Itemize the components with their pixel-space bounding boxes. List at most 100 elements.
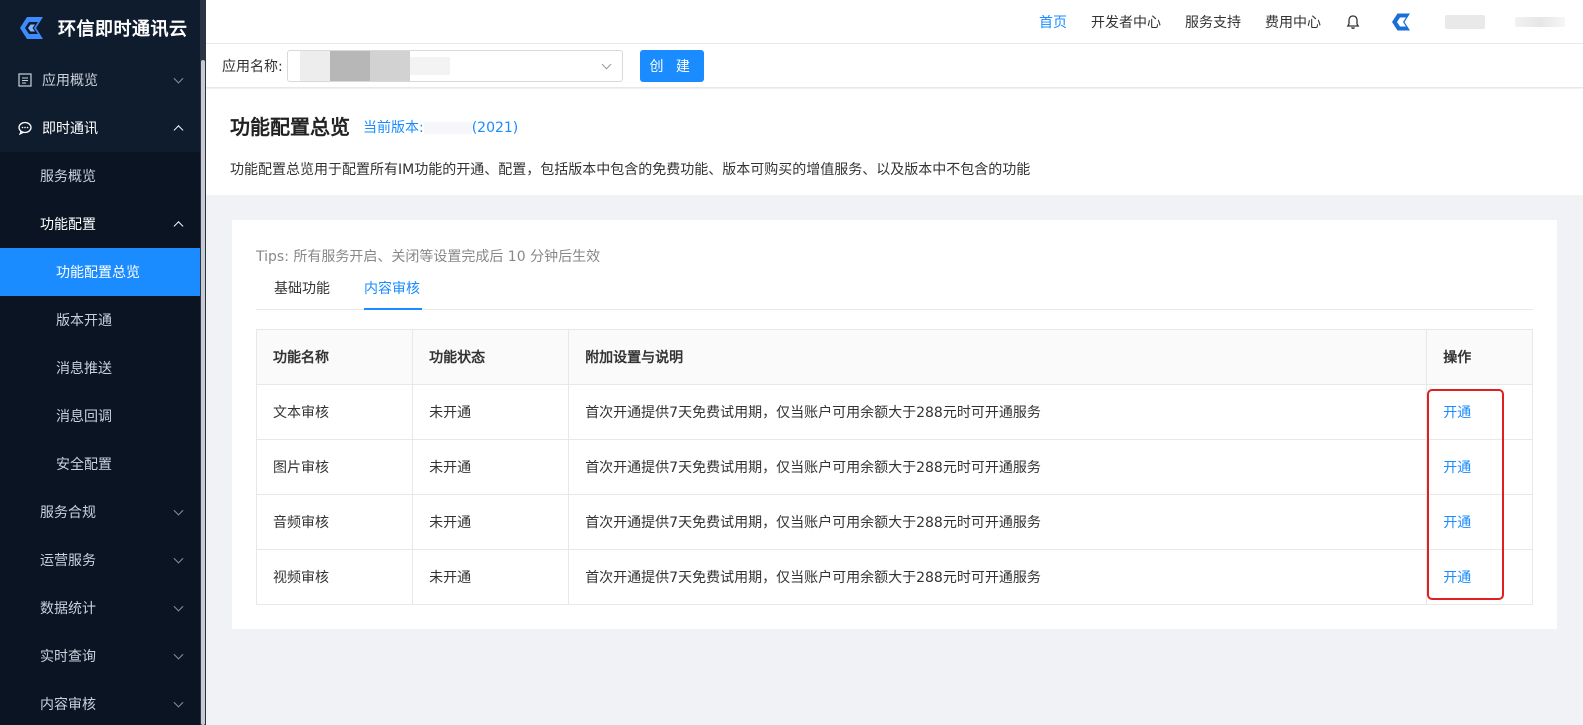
column-header: 功能名称 <box>255 329 414 385</box>
table-header-row: 功能名称 功能状态 附加设置与说明 操作 <box>255 329 1533 385</box>
feature-name: 音频审核 <box>255 494 414 550</box>
feature-name: 文本审核 <box>255 384 414 440</box>
sidebar-item-label: 内容审核 <box>40 697 96 713</box>
sidebar-item-feature-config[interactable]: 功能配置 <box>0 200 200 248</box>
app-name-redacted <box>409 56 450 75</box>
app-name-redacted <box>369 50 410 81</box>
sidebar-item-label: 运营服务 <box>40 553 96 569</box>
chevron-down-icon <box>173 553 184 564</box>
sidebar-submenu-im: 服务概览 功能配置 功能配置总览 版本开通 消息推送 消息回调 安全配置 服务合… <box>0 152 200 725</box>
sidebar-item-label: 即时通讯 <box>42 121 98 137</box>
sidebar-scrollbar-thumb[interactable] <box>201 60 205 725</box>
sidebar-item-statistics[interactable]: 数据统计 <box>0 584 200 632</box>
brand-title: 环信即时通讯云 <box>58 19 188 40</box>
nav-support-link[interactable]: 服务支持 <box>1185 12 1241 32</box>
sidebar-item-label: 实时查询 <box>40 649 96 665</box>
feature-card: Tips: 所有服务开启、关闭等设置完成后 10 分钟后生效 基础功能 内容审核… <box>232 220 1557 629</box>
feature-status: 未开通 <box>412 494 570 550</box>
sidebar-item-label: 服务合规 <box>40 505 96 521</box>
sidebar-item-compliance[interactable]: 服务合规 <box>0 488 200 536</box>
column-header: 附加设置与说明 <box>568 329 1428 385</box>
version-prefix: 当前版本: <box>363 120 424 136</box>
column-header: 操作 <box>1426 329 1533 385</box>
chevron-down-icon <box>173 73 184 84</box>
sidebar: 环信即时通讯云 应用概览 即时通讯 服务概览 功能配置 功能配置总览 版本开通 … <box>0 0 206 725</box>
page-title: 功能配置总览 <box>230 115 350 139</box>
sidebar-item-message-push[interactable]: 消息推送 <box>0 344 200 392</box>
app-selector-bar: 应用名称: 创 建 <box>206 44 1583 88</box>
chevron-down-icon <box>173 601 184 612</box>
feature-tabs: 基础功能 内容审核 <box>256 270 1533 310</box>
brand-logo-icon <box>20 17 43 39</box>
table-row: 视频审核 未开通 首次开通提供7天免费试用期，仅当账户可用余额大于288元时可开… <box>255 549 1533 605</box>
app-name-redacted <box>299 50 330 81</box>
list-icon <box>18 73 32 87</box>
app-name-label: 应用名称: <box>222 58 283 75</box>
sidebar-item-im[interactable]: 即时通讯 <box>0 104 200 152</box>
feature-table: 功能名称 功能状态 附加设置与说明 操作 文本审核 未开通 首次开通提供7天免费… <box>255 329 1533 605</box>
feature-status: 未开通 <box>412 439 570 495</box>
tab-content-moderation[interactable]: 内容审核 <box>364 278 420 298</box>
sidebar-item-version-activation[interactable]: 版本开通 <box>0 296 200 344</box>
product-logo-icon[interactable] <box>1389 10 1413 34</box>
tab-active-indicator <box>364 308 422 310</box>
chat-icon <box>18 121 32 135</box>
sidebar-item-label: 功能配置 <box>40 217 96 233</box>
version-suffix: (2021) <box>471 120 519 136</box>
brand[interactable]: 环信即时通讯云 <box>0 0 200 56</box>
top-nav: 首页 开发者中心 服务支持 费用中心 <box>1039 0 1583 44</box>
chevron-down-icon <box>173 649 184 660</box>
feature-note: 首次开通提供7天免费试用期，仅当账户可用余额大于288元时可开通服务 <box>568 384 1428 440</box>
sidebar-item-app-overview[interactable]: 应用概览 <box>0 56 200 104</box>
sidebar-item-service-overview[interactable]: 服务概览 <box>0 152 200 200</box>
feature-note: 首次开通提供7天免费试用期，仅当账户可用余额大于288元时可开通服务 <box>568 549 1428 605</box>
create-button[interactable]: 创 建 <box>639 49 704 82</box>
sidebar-item-message-callback[interactable]: 消息回调 <box>0 392 200 440</box>
nav-developer-center-link[interactable]: 开发者中心 <box>1091 12 1161 32</box>
sidebar-item-content-moderation[interactable]: 内容审核 <box>0 680 200 725</box>
sidebar-item-security-config[interactable]: 安全配置 <box>0 440 200 488</box>
activate-audio-moderation-link[interactable]: 开通 <box>1443 515 1471 531</box>
chevron-down-icon <box>173 505 184 516</box>
activate-text-moderation-link[interactable]: 开通 <box>1443 405 1471 421</box>
sidebar-item-label: 安全配置 <box>56 457 112 473</box>
page-description: 功能配置总览用于配置所有IM功能的开通、配置，包括版本中包含的免费功能、版本可购… <box>230 162 1031 178</box>
feature-note: 首次开通提供7天免费试用期，仅当账户可用余额大于288元时可开通服务 <box>568 439 1428 495</box>
feature-name: 视频审核 <box>255 549 414 605</box>
tab-basic-features[interactable]: 基础功能 <box>274 278 330 298</box>
tips-text: Tips: 所有服务开启、关闭等设置完成后 10 分钟后生效 <box>256 249 601 265</box>
sidebar-item-label: 功能配置总览 <box>56 265 140 281</box>
page-header: 功能配置总览 当前版本: (2021) 功能配置总览用于配置所有IM功能的开通、配… <box>206 89 1583 195</box>
chevron-down-icon <box>173 697 184 708</box>
sidebar-item-operations[interactable]: 运营服务 <box>0 536 200 584</box>
sidebar-item-label: 消息回调 <box>56 409 112 425</box>
table-row: 文本审核 未开通 首次开通提供7天免费试用期，仅当账户可用余额大于288元时可开… <box>255 384 1533 440</box>
current-version: 当前版本: (2021) <box>363 117 518 137</box>
sidebar-item-feature-config-overview[interactable]: 功能配置总览 <box>0 248 200 296</box>
chevron-up-icon <box>173 125 184 136</box>
activate-image-moderation-link[interactable]: 开通 <box>1443 460 1471 476</box>
sidebar-item-label: 应用概览 <box>42 73 98 89</box>
bell-icon[interactable] <box>1345 14 1361 30</box>
sidebar-item-label: 数据统计 <box>40 601 96 617</box>
app-name-select[interactable] <box>286 49 623 82</box>
account-redacted[interactable] <box>1515 17 1565 27</box>
nav-home-link[interactable]: 首页 <box>1039 12 1067 32</box>
table-row: 音频审核 未开通 首次开通提供7天免费试用期，仅当账户可用余额大于288元时可开… <box>255 494 1533 550</box>
activate-video-moderation-link[interactable]: 开通 <box>1443 570 1471 586</box>
feature-status: 未开通 <box>412 384 570 440</box>
sidebar-item-realtime-query[interactable]: 实时查询 <box>0 632 200 680</box>
nav-billing-link[interactable]: 费用中心 <box>1265 12 1321 32</box>
user-info-redacted[interactable] <box>1445 15 1485 29</box>
column-header: 功能状态 <box>412 329 570 385</box>
chevron-up-icon <box>173 221 184 232</box>
chevron-down-icon <box>601 59 612 69</box>
feature-name: 图片审核 <box>255 439 414 495</box>
version-redacted <box>423 122 472 134</box>
sidebar-item-label: 版本开通 <box>56 313 112 329</box>
feature-note: 首次开通提供7天免费试用期，仅当账户可用余额大于288元时可开通服务 <box>568 494 1428 550</box>
table-row: 图片审核 未开通 首次开通提供7天免费试用期，仅当账户可用余额大于288元时可开… <box>255 439 1533 495</box>
top-header: 首页 开发者中心 服务支持 费用中心 <box>206 0 1583 44</box>
app-name-redacted <box>329 50 370 81</box>
sidebar-item-label: 消息推送 <box>56 361 112 377</box>
